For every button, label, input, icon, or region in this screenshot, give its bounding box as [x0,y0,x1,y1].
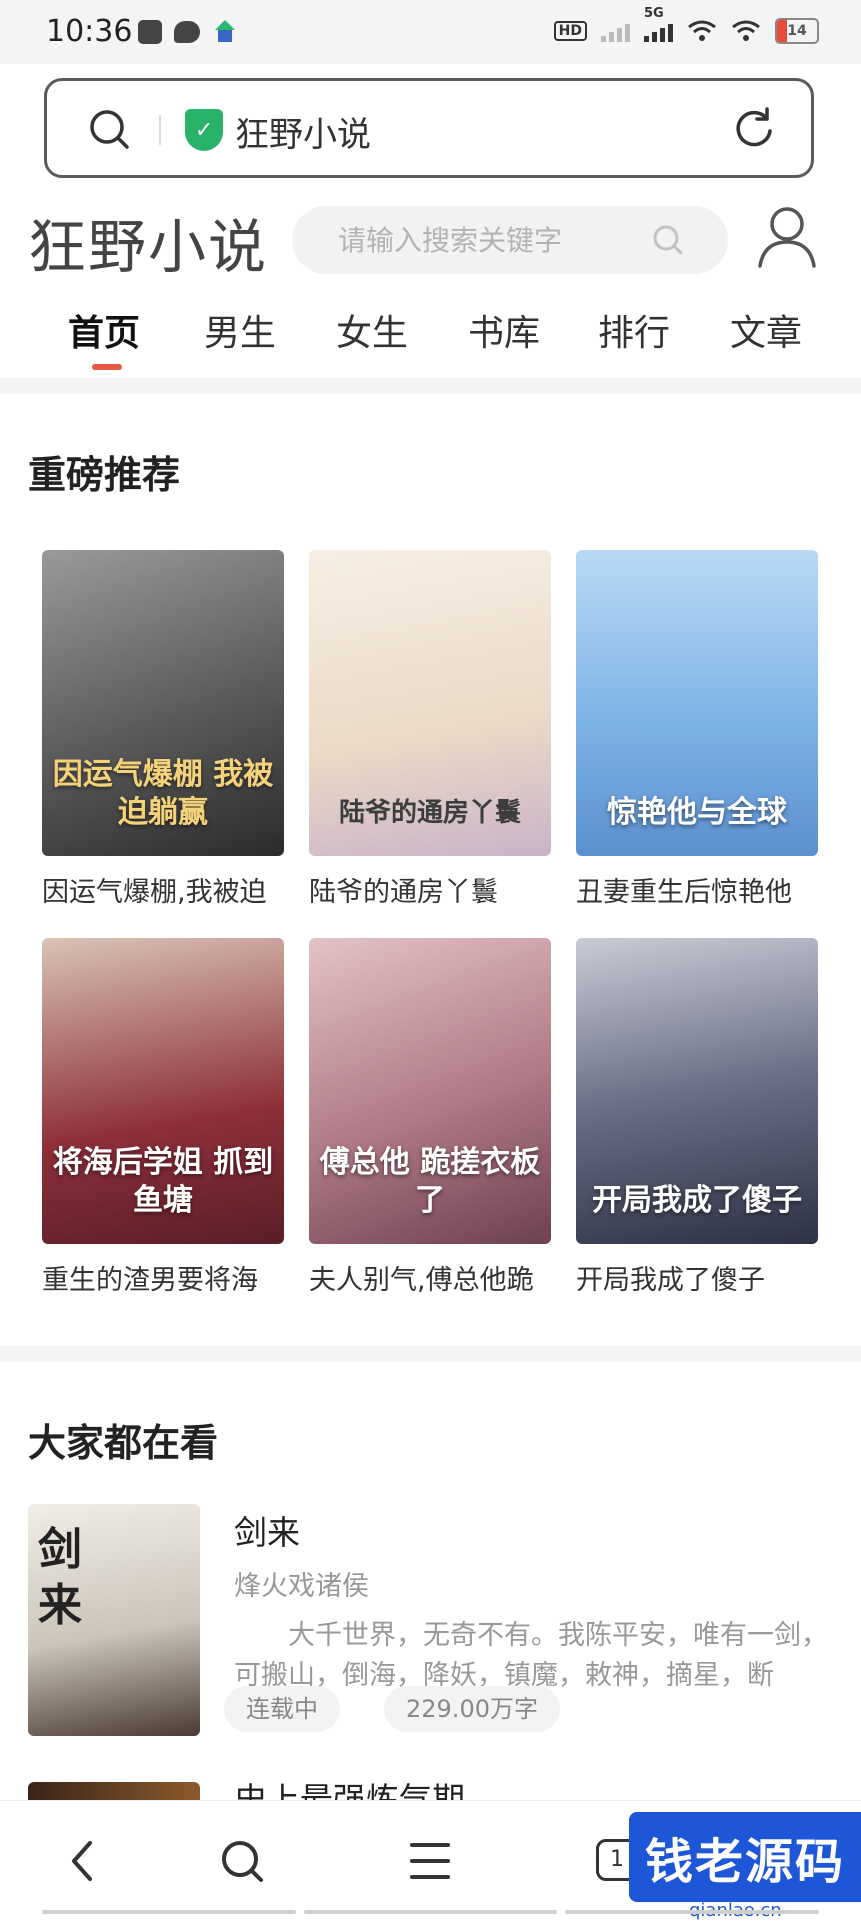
hd-voice-icon: HD [553,21,587,41]
address-divider [159,115,161,145]
site-search-box[interactable] [292,206,728,274]
status-indicators: HD 5G 14 [553,6,819,44]
message-notification-icon [174,21,200,43]
book-author[interactable]: 烽火戏诸侯 [234,1564,369,1603]
menu-icon[interactable] [408,1831,452,1891]
home-app-icon [212,20,238,44]
cover-title-text: 陆爷的通房丫鬟 [338,798,521,828]
back-icon[interactable] [62,1831,102,1891]
book-cover[interactable]: 惊艳他与全球 [576,550,818,856]
cover-title-text: 因运气爆棚 我被迫躺赢 [52,757,274,830]
popular-section-title: 大家都在看 [28,1421,219,1465]
battery-icon: 14 [775,18,819,44]
category-tabs: 首页 男生 女生 书库 排行 文章 [0,298,861,378]
browser-address-bar[interactable]: ✓ 狂野小说 [44,78,814,178]
tab-ranking[interactable]: 排行 [598,304,670,356]
book-title[interactable]: 陆爷的通房丫鬟 [309,870,551,909]
book-description: 大千世界，无奇不有。我陈平安，唯有一剑，可搬山，倒海，降妖，镇魔，敕神，摘星，断… [234,1620,828,1691]
site-search-icon[interactable] [650,222,686,258]
section-divider [0,1346,861,1362]
status-time: 10:36 [46,14,133,49]
notification-icons [138,20,238,44]
section-divider [0,378,861,394]
book-title[interactable]: 丑妻重生后惊艳他 [576,870,818,909]
book-name[interactable]: 剑来 [234,1506,300,1554]
book-cover[interactable]: 剑来 [28,1504,200,1736]
cover-title-text: 开局我成了傻子 [592,1183,802,1218]
book-card[interactable]: 将海后学姐 抓到鱼塘 重生的渣男要将海 [42,938,284,1297]
recommend-section-title: 重磅推荐 [28,453,181,497]
tab-male[interactable]: 男生 [204,304,276,356]
book-cover[interactable]: 陆爷的通房丫鬟 [309,550,551,856]
wifi-icon [732,20,760,41]
tab-library[interactable]: 书库 [468,304,540,356]
book-cover[interactable]: 开局我成了傻子 [576,938,818,1244]
active-tab-indicator [92,364,122,370]
list-item[interactable]: 剑来 剑来 烽火戏诸侯 大千世界，无奇不有。我陈平安，唯有一剑，可搬山，倒海，降… [28,1504,838,1740]
refresh-icon[interactable] [731,105,777,151]
system-home-indicator [0,1910,861,1920]
tab-female[interactable]: 女生 [336,304,408,356]
network-type-label: 5G [644,6,664,21]
site-search-input[interactable] [336,216,640,264]
book-title[interactable]: 开局我成了傻子 [576,1258,818,1297]
book-card[interactable]: 惊艳他与全球 丑妻重生后惊艳他 [576,550,818,909]
app-notification-icon [138,20,162,44]
word-count-badge: 229.00万字 [384,1686,560,1732]
cover-title-text: 将海后学姐 抓到鱼塘 [52,1145,274,1218]
book-title[interactable]: 重生的渣男要将海 [42,1258,284,1297]
cover-title-text: 惊艳他与全球 [607,795,787,830]
book-cover[interactable]: 将海后学姐 抓到鱼塘 [42,938,284,1244]
search-icon[interactable] [218,1831,266,1891]
signal-sim2-icon [601,20,630,42]
secure-shield-icon: ✓ [185,109,223,151]
hotspot-wifi-icon [688,20,716,41]
next-book-name-peek[interactable]: 史上最强炼气期 [234,1780,465,1800]
user-profile-icon[interactable] [756,204,818,270]
book-card[interactable]: 陆爷的通房丫鬟 陆爷的通房丫鬟 [309,550,551,909]
signal-5g-icon: 5G [644,6,673,42]
next-book-cover-peek[interactable] [28,1782,200,1800]
search-icon[interactable] [87,107,131,151]
address-page-title[interactable]: 狂野小说 [235,107,371,156]
book-title[interactable]: 夫人别气,傅总他跪 [309,1258,551,1297]
battery-level: 14 [787,23,807,39]
tab-home[interactable]: 首页 [68,304,140,356]
watermark-brand: 钱老源码 [629,1812,861,1902]
watermark-logo: 钱老源码 qianlao.cn [611,1812,861,1921]
cover-title-text: 傅总他 跪搓衣板了 [319,1145,541,1218]
status-badge: 连载中 [224,1686,340,1732]
tab-articles[interactable]: 文章 [730,304,802,356]
book-card[interactable]: 因运气爆棚 我被迫躺赢 因运气爆棚,我被迫 [42,550,284,909]
cover-title-text: 剑来 [38,1524,82,1631]
book-card[interactable]: 傅总他 跪搓衣板了 夫人别气,傅总他跪 [309,938,551,1297]
book-cover[interactable]: 因运气爆棚 我被迫躺赢 [42,550,284,856]
site-logo[interactable]: 狂野小说 [28,200,268,284]
book-title[interactable]: 因运气爆棚,我被迫 [42,870,284,909]
status-bar: 10:36 HD 5G 14 [0,0,861,64]
book-card[interactable]: 开局我成了傻子 开局我成了傻子 [576,938,818,1297]
book-cover[interactable]: 傅总他 跪搓衣板了 [309,938,551,1244]
